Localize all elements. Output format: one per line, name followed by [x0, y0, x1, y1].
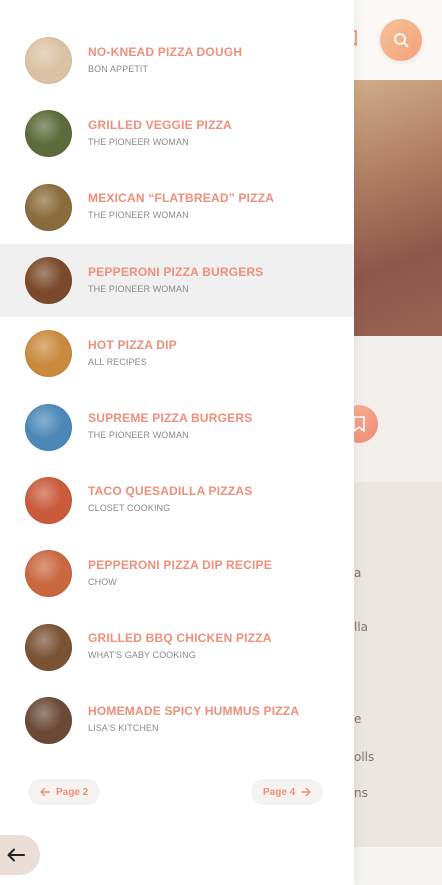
hero-image [340, 80, 442, 336]
recipe-source: THE PIONEER WOMAN [88, 210, 189, 221]
recipe-list-item[interactable]: PEPPERONI PIZZA DIP RECIPE CHOW [0, 537, 354, 610]
search-button[interactable] [380, 19, 422, 61]
background-text: a [354, 566, 362, 580]
recipe-thumbnail [25, 330, 72, 378]
recipe-list-item[interactable]: NO-KNEAD PIZZA DOUGH BON APPETIT [0, 24, 354, 97]
recipe-text: GRILLED BBQ CHICKEN PIZZA WHAT'S GABY COO… [88, 631, 272, 661]
recipe-source: THE PIONEER WOMAN [88, 136, 189, 147]
arrow-right-icon [301, 787, 311, 797]
recipe-source: WHAT'S GABY COOKING [88, 650, 196, 661]
recipe-title: GRILLED BBQ CHICKEN PIZZA [88, 631, 272, 646]
recipe-thumbnail [25, 403, 72, 451]
recipe-text: MEXICAN “FLATBREAD” PIZZA THE PIONEER WOM… [88, 191, 274, 221]
recipe-list-item[interactable]: SUPREME PIZZA BURGERS THE PIONEER WOMAN [0, 390, 354, 463]
arrow-left-icon [7, 848, 25, 862]
recipe-source: THE PIONEER WOMAN [88, 283, 189, 294]
recipe-source: THE PIONEER WOMAN [88, 430, 189, 441]
recipe-text: HOMEMADE SPICY HUMMUS PIZZA LISA'S KITCHE… [88, 704, 299, 734]
recipe-text: HOT PIZZA DIP ALL RECIPES [88, 338, 177, 368]
background-footer [340, 847, 442, 885]
recipe-title: GRILLED VEGGIE PIZZA [88, 117, 233, 132]
background-text: ns [354, 786, 368, 800]
search-icon [394, 33, 409, 48]
recipe-thumbnail [25, 183, 72, 231]
recipe-source: CLOSET COOKING [88, 503, 171, 514]
bookmark-icon [353, 416, 365, 432]
recipe-list-item[interactable]: GRILLED VEGGIE PIZZA THE PIONEER WOMAN [0, 97, 354, 170]
background-text: olls [354, 750, 375, 764]
recipe-list-item[interactable]: HOMEMADE SPICY HUMMUS PIZZA LISA'S KITCHE… [0, 684, 354, 757]
previous-page-label: Page 2 [56, 786, 89, 798]
recipe-source: LISA'S KITCHEN [88, 723, 159, 734]
background-text: e [354, 712, 362, 726]
recipe-title: SUPREME PIZZA BURGERS [88, 411, 253, 426]
recipe-source: BON APPETIT [88, 63, 149, 74]
previous-page-button[interactable]: Page 2 [28, 779, 101, 805]
recipe-title: NO-KNEAD PIZZA DOUGH [88, 44, 243, 59]
recipe-title: HOT PIZZA DIP [88, 337, 177, 352]
recipe-thumbnail [25, 623, 72, 671]
recipe-thumbnail [25, 550, 72, 598]
recipe-text: PEPPERONI PIZZA DIP RECIPE CHOW [88, 558, 272, 588]
recipe-list-item[interactable]: PEPPERONI PIZZA BURGERS THE PIONEER WOMAN [0, 243, 354, 318]
recipe-text: PEPPERONI PIZZA BURGERS THE PIONEER WOMAN [88, 265, 264, 295]
recipe-list-item[interactable]: GRILLED BBQ CHICKEN PIZZA WHAT'S GABY COO… [0, 610, 354, 683]
recipe-text: NO-KNEAD PIZZA DOUGH BON APPETIT [88, 45, 242, 75]
arrow-left-icon [40, 787, 50, 797]
recipe-title: TACO QUESADILLA PIZZAS [88, 484, 253, 499]
recipe-list: NO-KNEAD PIZZA DOUGH BON APPETIT GRILLED V… [0, 0, 354, 757]
pagination: Page 2 Page 4 [0, 779, 354, 805]
background-text: lla [354, 620, 369, 634]
recipe-thumbnail [25, 696, 72, 744]
recipe-thumbnail [25, 110, 72, 158]
recipe-title: PEPPERONI PIZZA BURGERS [88, 264, 264, 279]
recipe-text: SUPREME PIZZA BURGERS THE PIONEER WOMAN [88, 411, 252, 441]
recipe-source: ALL RECIPES [88, 356, 147, 367]
recipe-source: CHOW [88, 576, 117, 587]
close-drawer-button[interactable] [0, 835, 40, 875]
recipe-list-item[interactable]: MEXICAN “FLATBREAD” PIZZA THE PIONEER WOM… [0, 171, 354, 244]
recipe-title: PEPPERONI PIZZA DIP RECIPE [88, 557, 272, 572]
next-page-button[interactable]: Page 4 [251, 779, 324, 805]
recipe-text: TACO QUESADILLA PIZZAS CLOSET COOKING [88, 484, 252, 514]
recipe-list-item[interactable]: HOT PIZZA DIP ALL RECIPES [0, 317, 354, 390]
recipe-list-item[interactable]: TACO QUESADILLA PIZZAS CLOSET COOKING [0, 464, 354, 537]
recipe-thumbnail [25, 476, 72, 524]
recipe-thumbnail [25, 37, 72, 85]
recipe-title: HOMEMADE SPICY HUMMUS PIZZA [88, 704, 300, 719]
recipe-text: GRILLED VEGGIE PIZZA THE PIONEER WOMAN [88, 118, 232, 148]
next-page-label: Page 4 [263, 786, 296, 798]
recipe-drawer: NO-KNEAD PIZZA DOUGH BON APPETIT GRILLED V… [0, 0, 354, 885]
recipe-title: MEXICAN “FLATBREAD” PIZZA [88, 191, 275, 206]
recipe-thumbnail [25, 257, 72, 305]
